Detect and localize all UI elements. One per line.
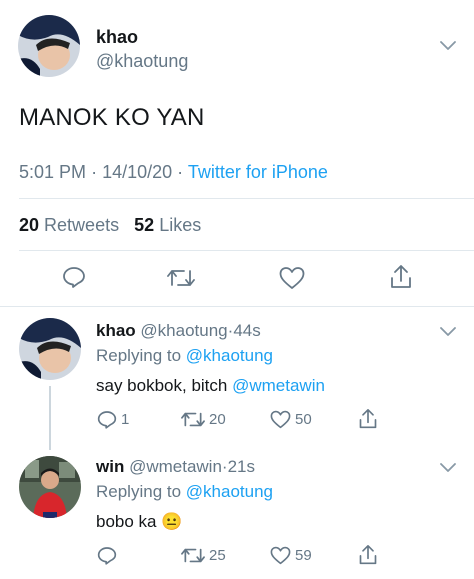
tweet-date: 14/10/20 [102,162,173,182]
reply-header: khao @khaotung·44s [96,321,261,341]
avatar[interactable] [19,318,81,380]
chevron-down-icon[interactable] [440,327,456,337]
retweets-label: Retweets [44,215,120,235]
like-action[interactable]: 59 [270,546,312,565]
reply-action[interactable]: 1 [97,410,129,429]
mention-link[interactable]: @wmetawin [232,376,325,395]
tweet-stats: 20 Retweets 52 Likes [19,215,201,236]
retweet-icon[interactable] [167,268,195,288]
reply-text: bobo ka 😐 [96,512,182,532]
author-name[interactable]: win [96,457,124,476]
reply-icon [97,410,117,429]
retweets-count: 20 [19,215,40,235]
avatar[interactable] [19,456,81,518]
like-icon[interactable] [279,266,305,290]
author-handle[interactable]: @khaotung [140,321,227,340]
divider [0,306,474,307]
author-name[interactable]: khao [96,321,136,340]
reply-action[interactable] [97,546,121,565]
like-icon [270,410,291,429]
retweet-icon [181,547,205,564]
replying-to: Replying to @khaotung [96,482,273,502]
replying-to-label: Replying to [96,346,182,365]
divider [19,250,474,251]
like-count: 50 [295,411,312,428]
reply-text: say bokbok, bitch @wmetawin [96,376,325,396]
like-count: 59 [295,547,312,564]
meta-separator: · [177,162,184,182]
reply-icon [97,546,117,565]
retweet-count: 20 [209,411,226,428]
like-icon [270,546,291,565]
author-handle[interactable]: @wmetawin [129,457,222,476]
replying-to-label: Replying to [96,482,182,501]
share-icon[interactable] [389,264,413,290]
meta-separator: · [91,162,98,182]
retweet-action[interactable]: 25 [181,547,226,564]
like-action[interactable]: 50 [270,410,312,429]
retweet-action[interactable]: 20 [181,411,226,428]
reply-count: 1 [121,411,130,428]
reply-body: bobo ka [96,512,157,531]
tweet-time: 5:01 PM [19,162,87,182]
thread-line [49,386,51,450]
tweet-source-link[interactable]: Twitter for iPhone [188,162,328,182]
avatar[interactable] [18,15,80,77]
share-icon[interactable] [358,544,378,566]
reply-time[interactable]: 44s [233,321,260,340]
replying-to-handle[interactable]: @khaotung [186,346,273,365]
neutral-face-emoji: 😐 [161,512,183,531]
share-icon[interactable] [358,408,378,430]
retweets-stat[interactable]: 20 Retweets [19,215,124,235]
tweet-meta: 5:01 PM · 14/10/20 · Twitter for iPhone [19,162,328,183]
reply-time[interactable]: 21s [228,457,255,476]
chevron-down-icon[interactable] [440,41,456,51]
replying-to: Replying to @khaotung [96,346,273,366]
author-name[interactable]: khao [96,27,138,48]
reply-icon[interactable] [62,266,86,288]
author-handle[interactable]: @khaotung [96,51,188,72]
reply-body: say bokbok, bitch [96,376,228,395]
likes-stat[interactable]: 52 Likes [129,215,201,235]
likes-count: 52 [134,215,155,235]
likes-label: Likes [159,215,202,235]
retweet-count: 25 [209,547,226,564]
divider [19,198,474,199]
tweet-text: MANOK KO YAN [19,104,205,131]
reply-header: win @wmetawin·21s [96,457,255,477]
retweet-icon [181,411,205,428]
replying-to-handle[interactable]: @khaotung [186,482,273,501]
chevron-down-icon[interactable] [440,463,456,473]
